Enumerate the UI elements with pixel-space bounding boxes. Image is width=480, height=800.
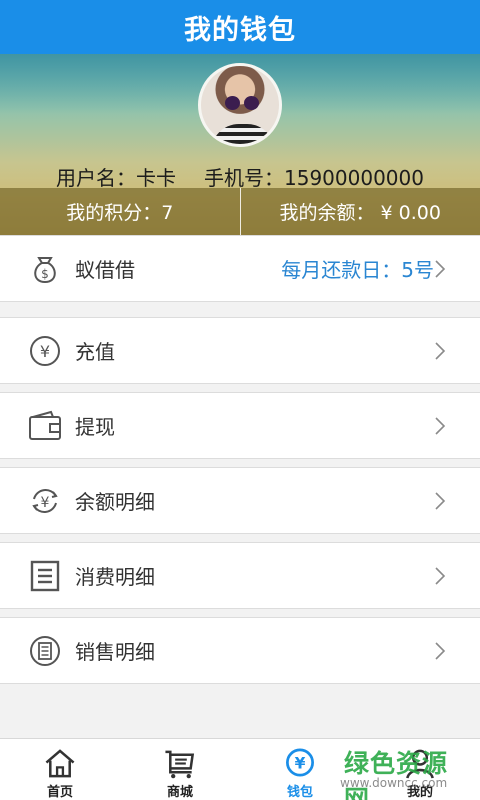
menu-item-recharge[interactable]: ¥ 充值 <box>0 317 480 384</box>
svg-text:¥: ¥ <box>41 495 50 511</box>
menu-item-label: 余额明细 <box>75 490 155 514</box>
menu-item-balance-details[interactable]: ¥ 余额明细 <box>0 467 480 534</box>
person-icon <box>406 749 434 779</box>
phone-label: 手机号： <box>204 166 284 190</box>
svg-text:¥: ¥ <box>40 342 50 361</box>
chevron-right-icon <box>435 641 446 660</box>
menu-item-label: 提现 <box>75 415 115 439</box>
stats-bar: 我的积分：7 我的余额： ¥ 0.00 <box>0 188 480 235</box>
menu-item-label: 蚁借借 <box>75 258 135 282</box>
menu-item-label: 消费明细 <box>75 565 155 589</box>
avatar-shirt <box>211 124 275 144</box>
svg-text:$: $ <box>41 267 49 281</box>
chevron-right-icon <box>435 341 446 360</box>
svg-text:¥: ¥ <box>295 754 306 772</box>
wallet-icon <box>27 408 63 444</box>
tab-label: 商城 <box>166 785 193 800</box>
yuan-refresh-icon: ¥ <box>27 483 63 519</box>
chevron-right-icon <box>435 416 446 435</box>
points-cell[interactable]: 我的积分：7 <box>0 188 240 235</box>
menu-item-consumption-details[interactable]: 消费明细 <box>0 542 480 609</box>
points-text: 我的积分：7 <box>66 202 174 224</box>
chevron-right-icon <box>435 259 446 278</box>
menu-item-label: 充值 <box>75 340 115 364</box>
receipt-circle-icon <box>27 633 63 669</box>
tab-label: 首页 <box>46 785 73 800</box>
menu-item-withdraw[interactable]: 提现 <box>0 392 480 459</box>
wallet-yuan-icon: ¥ <box>286 748 314 777</box>
money-bag-icon: $ <box>27 251 63 287</box>
username: 卡卡 <box>136 166 176 190</box>
page-title: 我的钱包 <box>184 14 296 46</box>
phone-number: 15900000000 <box>284 166 424 190</box>
bottom-tab-bar: 首页 商城 ¥ 钱包 我的 <box>0 738 480 800</box>
chevron-right-icon <box>435 491 446 510</box>
chevron-right-icon <box>435 566 446 585</box>
balance-cell[interactable]: 我的余额： ¥ 0.00 <box>241 188 480 235</box>
home-icon <box>45 749 75 778</box>
balance-text: 我的余额： ¥ 0.00 <box>279 202 441 224</box>
tab-label: 钱包 <box>286 785 313 800</box>
repayment-day-text: 每月还款日：5号 <box>281 258 434 282</box>
avatar[interactable] <box>198 63 282 147</box>
profile-banner: 用户名：卡卡 手机号：15900000000 我的积分：7 我的余额： ¥ 0.0… <box>0 54 480 235</box>
menu-item-label: 销售明细 <box>75 640 155 664</box>
tab-home[interactable]: 首页 <box>0 739 120 800</box>
tab-label: 我的 <box>406 785 433 800</box>
avatar-glasses <box>225 96 259 110</box>
yuan-circle-icon: ¥ <box>27 333 63 369</box>
tab-me[interactable]: 我的 <box>360 739 480 800</box>
cart-icon <box>165 750 195 779</box>
username-label: 用户名： <box>56 166 136 190</box>
tab-mall[interactable]: 商城 <box>120 739 240 800</box>
tab-wallet[interactable]: ¥ 钱包 <box>240 739 360 800</box>
app-header: 我的钱包 <box>0 0 480 54</box>
list-document-icon <box>27 558 63 594</box>
menu-item-ant-loan[interactable]: $ 蚁借借 每月还款日：5号 <box>0 235 480 302</box>
menu-item-sales-details[interactable]: 销售明细 <box>0 617 480 684</box>
user-info: 用户名：卡卡 手机号：15900000000 <box>0 162 480 191</box>
